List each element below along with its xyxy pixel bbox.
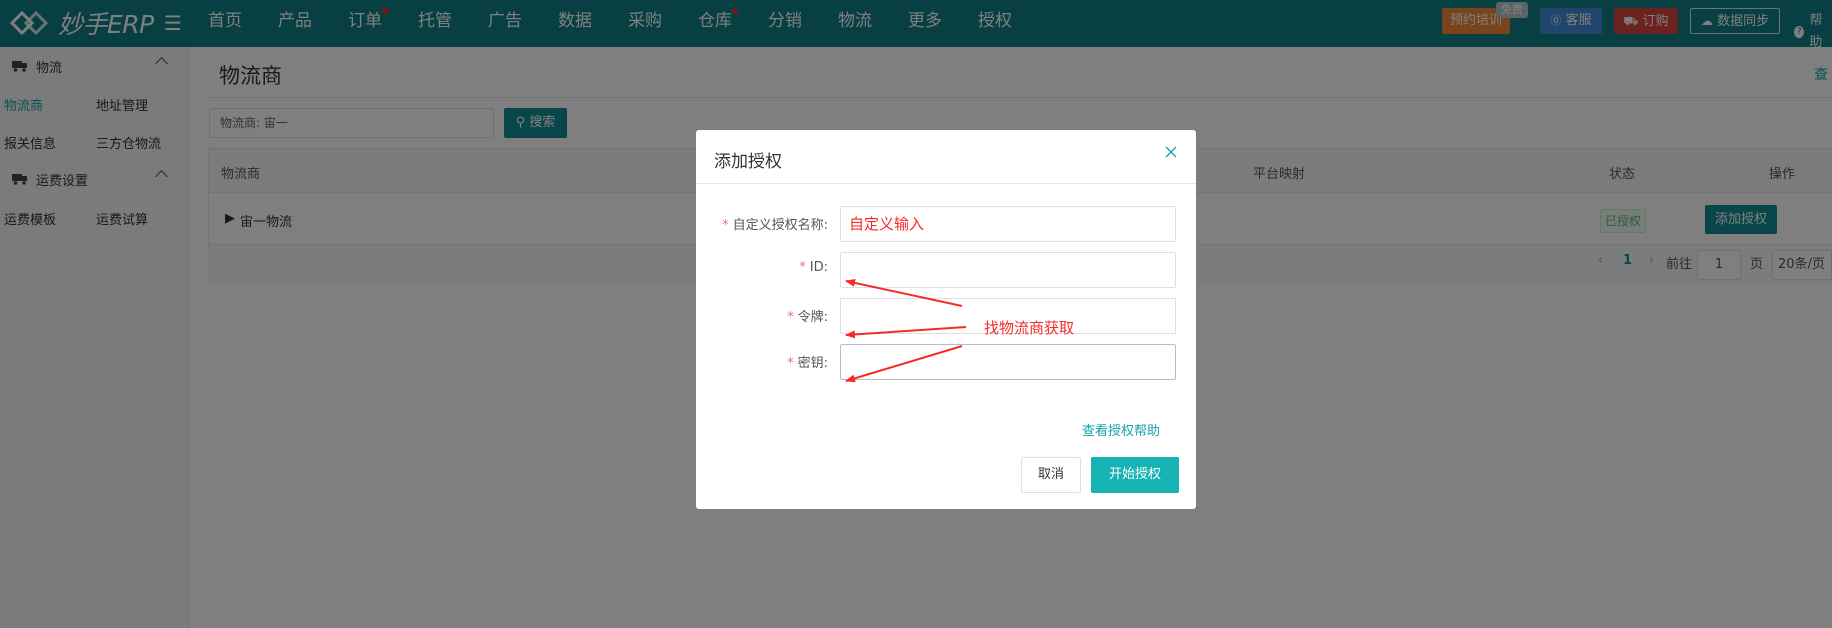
auth-help-link[interactable]: 查看授权帮助	[1082, 420, 1160, 439]
field-label-secret: * 密钥:	[787, 356, 828, 371]
field-label-auth-name: * 自定义授权名称:	[722, 218, 828, 233]
label-text: 令牌:	[797, 310, 828, 325]
dialog-header: 添加授权	[696, 130, 1196, 184]
start-auth-button[interactable]: 开始授权	[1091, 457, 1179, 493]
auth-name-input[interactable]: 自定义输入	[840, 206, 1176, 242]
label-text: ID:	[809, 260, 828, 275]
close-icon[interactable]	[1164, 145, 1178, 159]
field-label-id: * ID:	[799, 260, 828, 275]
label-text: 密钥:	[797, 356, 828, 371]
add-auth-dialog: 添加授权 * 自定义授权名称: 自定义输入 * ID: * 令牌: * 密钥: 查看授权…	[696, 130, 1196, 509]
secret-input[interactable]	[840, 344, 1176, 380]
label-text: 自定义授权名称:	[732, 218, 828, 233]
id-input[interactable]	[840, 252, 1176, 288]
annotation-text: 找物流商获取	[984, 319, 1075, 337]
cancel-button[interactable]: 取消	[1021, 457, 1081, 493]
field-label-token: * 令牌:	[787, 310, 828, 325]
dialog-title: 添加授权	[714, 152, 782, 172]
